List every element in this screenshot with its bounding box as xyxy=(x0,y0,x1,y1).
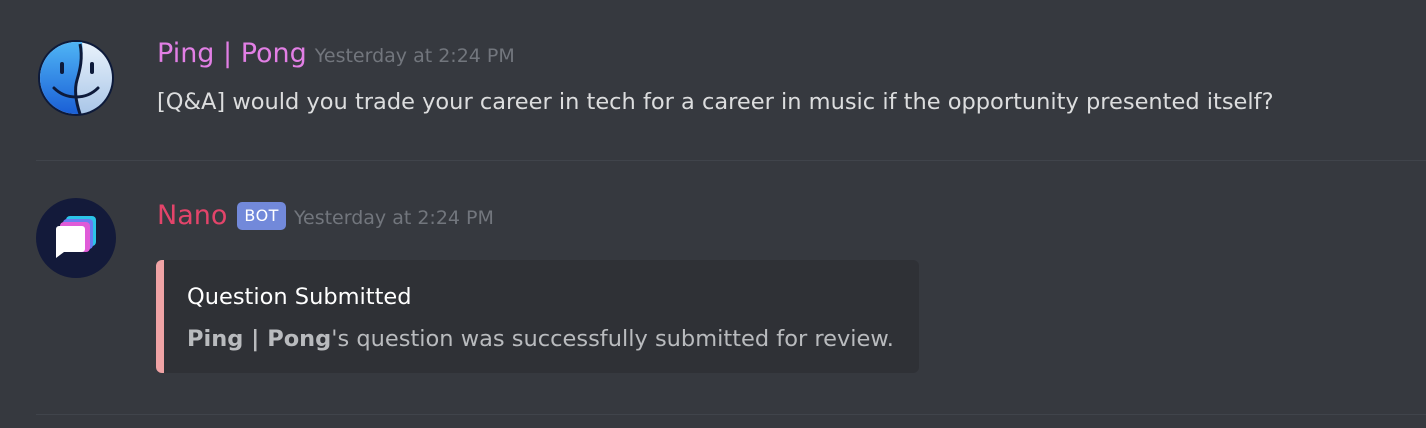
bot-tag: BOT xyxy=(237,202,286,230)
message-header: Nano BOT Yesterday at 2:24 PM xyxy=(157,200,494,233)
embed-title: Question Submitted xyxy=(187,284,412,310)
username[interactable]: Nano xyxy=(157,200,227,231)
timestamp: Yesterday at 2:24 PM xyxy=(293,207,494,229)
chat-messages: Ping | Pong Yesterday at 2:24 PM [Q&A] wo… xyxy=(0,0,1426,428)
embed: Question Submitted Ping | Pong's questio… xyxy=(156,260,919,373)
avatar[interactable] xyxy=(36,198,116,278)
message-divider xyxy=(36,414,1426,415)
chat-bubble-icon xyxy=(56,216,96,258)
embed-description-user: Ping | Pong xyxy=(187,326,332,352)
embed-description: Ping | Pong's question was successfully … xyxy=(187,324,894,354)
message-nano: Nano BOT Yesterday at 2:24 PM Question Sub… xyxy=(0,0,1426,428)
embed-description-text: 's question was successfully submitted f… xyxy=(331,326,894,352)
